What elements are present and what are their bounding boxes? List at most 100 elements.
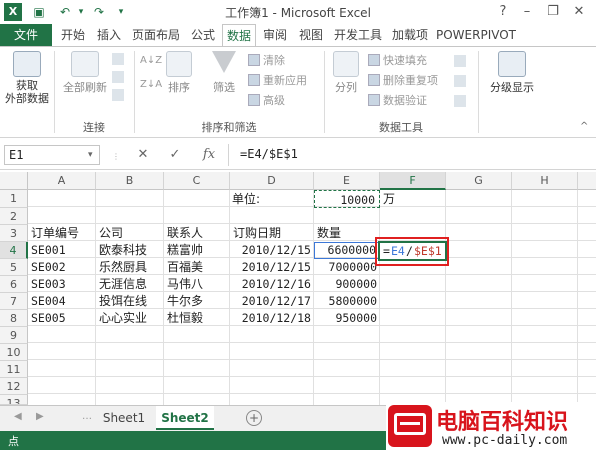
scroll-left-icon[interactable]: ◀ xyxy=(14,411,22,422)
cell-order-id[interactable]: SE005 xyxy=(31,310,66,327)
name-box-dropdown-icon[interactable]: ▾ xyxy=(88,150,93,160)
row-header-8[interactable]: 8 xyxy=(0,310,28,327)
sheet-tab-sheet1[interactable]: Sheet1 xyxy=(96,406,152,430)
row-header-6[interactable]: 6 xyxy=(0,276,28,293)
cell-quantity[interactable]: 5800000 xyxy=(314,293,380,310)
sort-descending-button[interactable]: Z↓A xyxy=(140,79,162,90)
cell-date[interactable]: 2010/12/18 xyxy=(230,310,314,327)
cell-company[interactable]: 无涯信息 xyxy=(99,276,147,293)
cancel-icon[interactable]: ✕ xyxy=(134,146,152,164)
insert-function-icon[interactable]: fx xyxy=(200,146,218,164)
cell-order-id[interactable]: SE004 xyxy=(31,293,66,310)
tab-insert[interactable]: 插入 xyxy=(92,24,126,46)
column-header-g[interactable]: G xyxy=(446,172,512,190)
close-button[interactable]: ✕ xyxy=(566,2,592,22)
tab-review[interactable]: 审阅 xyxy=(258,24,292,46)
column-header-e[interactable]: E xyxy=(314,172,380,190)
more-sheets-icon[interactable]: … xyxy=(82,411,92,422)
row-header-11[interactable]: 11 xyxy=(0,361,28,378)
column-header-c[interactable]: C xyxy=(164,172,230,190)
row-header-5[interactable]: 5 xyxy=(0,259,28,276)
cell-quantity[interactable]: 900000 xyxy=(314,276,380,293)
cell-date[interactable]: 2010/12/17 xyxy=(230,293,314,310)
column-header-f[interactable]: F xyxy=(380,172,446,190)
formula-input[interactable]: =E4/$E$1 xyxy=(240,147,298,161)
header-contact[interactable]: 联系人 xyxy=(167,225,203,242)
column-header-i[interactable] xyxy=(578,172,596,190)
cell-date[interactable]: 2010/12/15 xyxy=(230,242,314,259)
cell-company[interactable]: 心心实业 xyxy=(99,310,147,327)
advanced-button[interactable]: 高级 xyxy=(248,93,285,109)
tab-file[interactable]: 文件 xyxy=(0,24,52,46)
what-if-icon[interactable] xyxy=(454,75,466,87)
cell-contact[interactable]: 牛尔多 xyxy=(167,293,203,310)
sort-button[interactable]: 排序 xyxy=(162,51,196,95)
add-sheet-icon[interactable]: + xyxy=(246,410,262,426)
cell-quantity[interactable]: 950000 xyxy=(314,310,380,327)
column-header-d[interactable]: D xyxy=(230,172,314,190)
data-validation-button[interactable]: 数据验证 xyxy=(368,93,427,109)
unit-suffix[interactable]: 万 xyxy=(383,191,395,208)
unit-label[interactable]: 单位: xyxy=(232,191,260,208)
unit-value-cell[interactable]: 10000 xyxy=(314,190,380,208)
consolidate-icon[interactable] xyxy=(454,55,466,67)
cell-date[interactable]: 2010/12/16 xyxy=(230,276,314,293)
header-company[interactable]: 公司 xyxy=(99,225,123,242)
restore-button[interactable]: ❐ xyxy=(540,2,566,22)
tab-data[interactable]: 数据 xyxy=(222,24,256,47)
cell-contact[interactable]: 百福美 xyxy=(167,259,203,276)
relationships-icon[interactable] xyxy=(454,95,466,107)
get-external-data-button[interactable]: 获取 外部数据 xyxy=(4,51,50,105)
header-order-date[interactable]: 订购日期 xyxy=(233,225,281,242)
cell-company[interactable]: 欧泰科技 xyxy=(99,242,147,259)
header-order-id[interactable]: 订单编号 xyxy=(31,225,79,242)
minimize-button[interactable]: – xyxy=(514,2,540,22)
sort-ascending-button[interactable]: A↓Z xyxy=(140,55,162,66)
remove-duplicates-button[interactable]: 删除重复项 xyxy=(368,73,438,89)
cell-quantity-ref[interactable]: 6600000 xyxy=(314,242,380,259)
cell-contact[interactable]: 杜恒毅 xyxy=(167,310,203,327)
cell-contact[interactable]: 糕富帅 xyxy=(167,242,203,259)
row-header-4[interactable]: 4 xyxy=(0,242,28,259)
cell-order-id[interactable]: SE002 xyxy=(31,259,66,276)
tab-addins[interactable]: 加载项 xyxy=(388,24,432,46)
cell-contact[interactable]: 马伟八 xyxy=(167,276,203,293)
properties-icon[interactable] xyxy=(112,71,124,83)
cell-company[interactable]: 乐然厨具 xyxy=(99,259,147,276)
tab-powerpivot[interactable]: POWERPIVOT xyxy=(434,24,518,46)
row-header-9[interactable]: 9 xyxy=(0,327,28,344)
tab-home[interactable]: 开始 xyxy=(56,24,90,46)
row-header-2[interactable]: 2 xyxy=(0,208,28,225)
column-header-h[interactable]: H xyxy=(512,172,578,190)
edit-links-icon[interactable] xyxy=(112,89,124,101)
column-header-a[interactable]: A xyxy=(28,172,96,190)
cell-quantity[interactable]: 7000000 xyxy=(314,259,380,276)
cell-order-id[interactable]: SE001 xyxy=(31,242,66,259)
row-header-1[interactable]: 1 xyxy=(0,190,28,208)
name-box[interactable]: E1 xyxy=(4,145,100,165)
clear-button[interactable]: 清除 xyxy=(248,53,285,69)
row-header-7[interactable]: 7 xyxy=(0,293,28,310)
tab-view[interactable]: 视图 xyxy=(294,24,328,46)
tab-developer[interactable]: 开发工具 xyxy=(330,24,386,46)
reapply-button[interactable]: 重新应用 xyxy=(248,73,307,89)
row-header-10[interactable]: 10 xyxy=(0,344,28,361)
enter-icon[interactable]: ✓ xyxy=(166,146,184,164)
filter-button[interactable]: 筛选 xyxy=(206,51,242,95)
refresh-all-button[interactable]: 全部刷新 xyxy=(60,51,110,95)
scroll-right-icon[interactable]: ▶ xyxy=(36,411,44,422)
sheet-tab-sheet2[interactable]: Sheet2 xyxy=(156,406,214,430)
column-header-b[interactable]: B xyxy=(96,172,164,190)
tab-page-layout[interactable]: 页面布局 xyxy=(128,24,184,46)
outline-button[interactable]: 分级显示 xyxy=(482,51,542,95)
text-to-columns-button[interactable]: 分列 xyxy=(328,51,364,95)
row-header-3[interactable]: 3 xyxy=(0,225,28,242)
connections-icon[interactable] xyxy=(112,53,124,65)
row-header-12[interactable]: 12 xyxy=(0,378,28,395)
cell-company[interactable]: 投饵在线 xyxy=(99,293,147,310)
row-header-13[interactable]: 13 xyxy=(0,395,28,405)
tab-formulas[interactable]: 公式 xyxy=(186,24,220,46)
cell-date[interactable]: 2010/12/15 xyxy=(230,259,314,276)
help-button[interactable]: ? xyxy=(490,2,516,22)
cell-order-id[interactable]: SE003 xyxy=(31,276,66,293)
